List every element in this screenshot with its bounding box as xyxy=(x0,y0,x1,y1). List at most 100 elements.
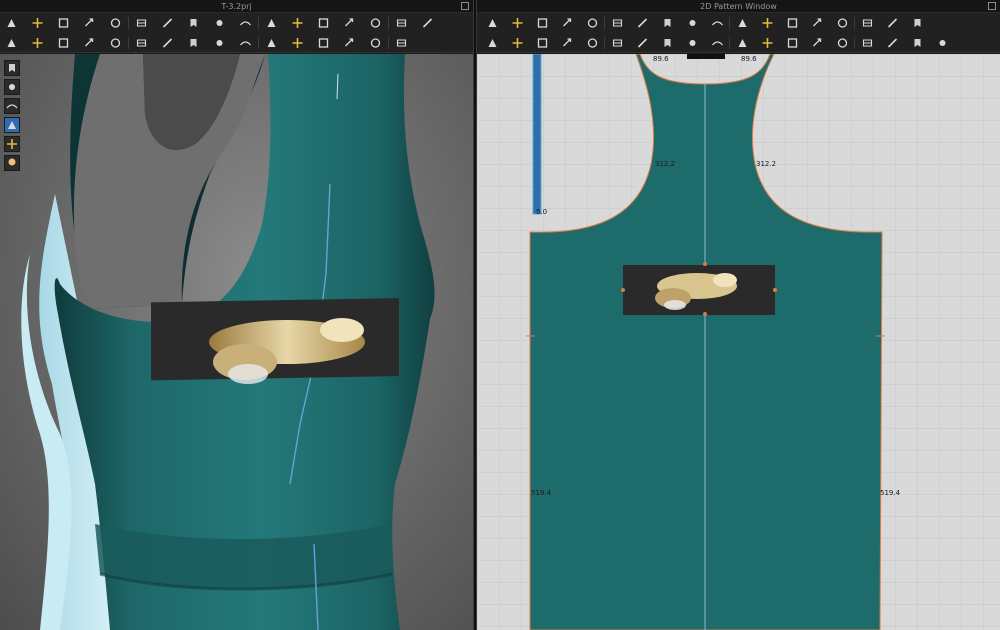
tack-icon[interactable] xyxy=(186,16,201,30)
line-icon[interactable] xyxy=(290,36,305,50)
add-point-icon[interactable] xyxy=(585,16,600,30)
internal-polygon-icon[interactable] xyxy=(710,16,725,30)
internal-rect-icon[interactable] xyxy=(729,16,750,30)
3d-toolbar-row-2 xyxy=(0,33,473,53)
sticker-icon[interactable] xyxy=(710,36,725,50)
zipper-icon[interactable] xyxy=(420,16,435,30)
pattern-neck-label xyxy=(687,54,725,59)
texture-icon[interactable] xyxy=(30,36,45,50)
rotate-pattern-icon[interactable] xyxy=(82,16,97,30)
ellipse-icon[interactable] xyxy=(685,16,700,30)
avatar-skin-icon[interactable] xyxy=(4,155,20,171)
brush-icon[interactable] xyxy=(128,36,149,50)
line-edit-icon[interactable] xyxy=(835,36,850,50)
topstitch-icon[interactable] xyxy=(316,36,331,50)
maximize-3d-window-icon[interactable] xyxy=(461,2,469,10)
elastic-icon[interactable] xyxy=(760,36,775,50)
graphic-icon[interactable] xyxy=(368,36,383,50)
measure-side-left: 519.4 xyxy=(531,489,552,497)
2d-toolbar-row-2 xyxy=(477,33,1000,53)
3d-toolbar xyxy=(0,13,473,53)
pattern-front-body[interactable] xyxy=(529,54,883,630)
3d-scene xyxy=(21,54,435,630)
garment-back-icon[interactable] xyxy=(4,79,20,95)
scale-icon[interactable] xyxy=(108,16,123,30)
free-sewing-icon[interactable] xyxy=(510,36,525,50)
pin-icon[interactable] xyxy=(160,16,175,30)
notch-icon[interactable] xyxy=(910,16,925,30)
puckering-icon[interactable] xyxy=(729,36,750,50)
3d-print-graphic[interactable] xyxy=(151,298,399,384)
3d-side-toolbar xyxy=(4,60,22,174)
show-pattern-icon[interactable] xyxy=(342,16,357,30)
trim-icon[interactable] xyxy=(342,36,357,50)
select-move-icon[interactable] xyxy=(4,16,19,30)
button-2d-icon[interactable] xyxy=(635,36,650,50)
sewing-icon[interactable] xyxy=(108,36,123,50)
box-select-icon[interactable] xyxy=(56,16,71,30)
edit-sewing-icon[interactable] xyxy=(535,36,550,50)
show-avatar-icon[interactable] xyxy=(316,16,331,30)
pattern-view-icon[interactable] xyxy=(4,117,20,133)
dart-icon[interactable] xyxy=(785,16,800,30)
avatar-icon[interactable] xyxy=(4,98,20,114)
measure-neck-left: 89.6 xyxy=(653,55,669,63)
pattern-strap[interactable] xyxy=(532,54,542,215)
simulation-icon[interactable] xyxy=(368,16,383,30)
strain-map-icon[interactable] xyxy=(186,36,201,50)
internal-circle-icon[interactable] xyxy=(760,16,775,30)
transform-icon[interactable] xyxy=(30,16,45,30)
measure-strap: 5.0 xyxy=(536,208,548,216)
buttonhole-2d-icon[interactable] xyxy=(660,36,675,50)
avatar-point-icon[interactable] xyxy=(258,16,279,30)
fold-arrangement-icon[interactable] xyxy=(560,36,575,50)
skeleton-icon[interactable] xyxy=(4,36,19,50)
3d-window-title: T-3.2prj xyxy=(221,2,252,11)
buttonhole-icon[interactable] xyxy=(258,36,279,50)
topstitch-2d-icon[interactable] xyxy=(685,36,700,50)
fabric-icon[interactable] xyxy=(290,16,305,30)
stitch-icon[interactable] xyxy=(82,36,97,50)
measure-armhole-right: 312.2 xyxy=(756,160,777,168)
segment-sewing-icon[interactable] xyxy=(485,36,500,50)
maximize-2d-window-icon[interactable] xyxy=(988,2,996,10)
2d-window-titlebar: 2D Pattern Window xyxy=(477,0,1000,13)
stress-map-icon[interactable] xyxy=(212,36,227,50)
2d-window-title: 2D Pattern Window xyxy=(700,2,777,11)
2d-print-graphic[interactable] xyxy=(621,262,777,316)
garment-front-icon[interactable] xyxy=(4,60,20,76)
texture-edit-icon[interactable] xyxy=(585,36,600,50)
clo-app-window: T-3.2prj 2D Pattern Window 89.6 89.6 312… xyxy=(0,0,1000,630)
piping-icon[interactable] xyxy=(810,36,825,50)
camera-icon[interactable] xyxy=(388,36,409,50)
reset-icon[interactable] xyxy=(388,16,409,30)
curve-point-icon[interactable] xyxy=(560,16,575,30)
fold-icon[interactable] xyxy=(128,16,149,30)
ruler-icon[interactable] xyxy=(935,36,950,50)
polygon-icon[interactable] xyxy=(635,16,650,30)
trace-icon[interactable] xyxy=(835,16,850,30)
3d-window-titlebar: T-3.2prj xyxy=(0,0,473,13)
shirring-icon[interactable] xyxy=(785,36,800,50)
segment-icon[interactable] xyxy=(604,16,625,30)
seamline-icon[interactable] xyxy=(56,36,71,50)
button-icon[interactable] xyxy=(238,36,253,50)
measure-2d-icon[interactable] xyxy=(885,36,900,50)
edit-curve-icon[interactable] xyxy=(535,16,550,30)
2d-pattern-viewport[interactable]: 89.6 89.6 312.2 312.2 5.0 519.4 519.4 xyxy=(477,54,1000,630)
3d-garment-viewport[interactable] xyxy=(0,54,473,630)
select-pattern-icon[interactable] xyxy=(485,16,500,30)
graphic-2d-icon[interactable] xyxy=(604,36,625,50)
fit-map-icon[interactable] xyxy=(160,36,175,50)
hole-icon[interactable] xyxy=(810,16,825,30)
arrangement-icon[interactable] xyxy=(212,16,227,30)
edit-point-icon[interactable] xyxy=(510,16,525,30)
measure-icon[interactable] xyxy=(238,16,253,30)
unfold-icon[interactable] xyxy=(885,16,900,30)
zigzag-icon[interactable] xyxy=(910,36,925,50)
grading-icon[interactable] xyxy=(854,16,875,30)
rectangle-icon[interactable] xyxy=(660,16,675,30)
measure-neck-right: 89.6 xyxy=(741,55,757,63)
dashed-line-icon[interactable] xyxy=(854,36,875,50)
eraser-icon[interactable] xyxy=(4,136,20,152)
